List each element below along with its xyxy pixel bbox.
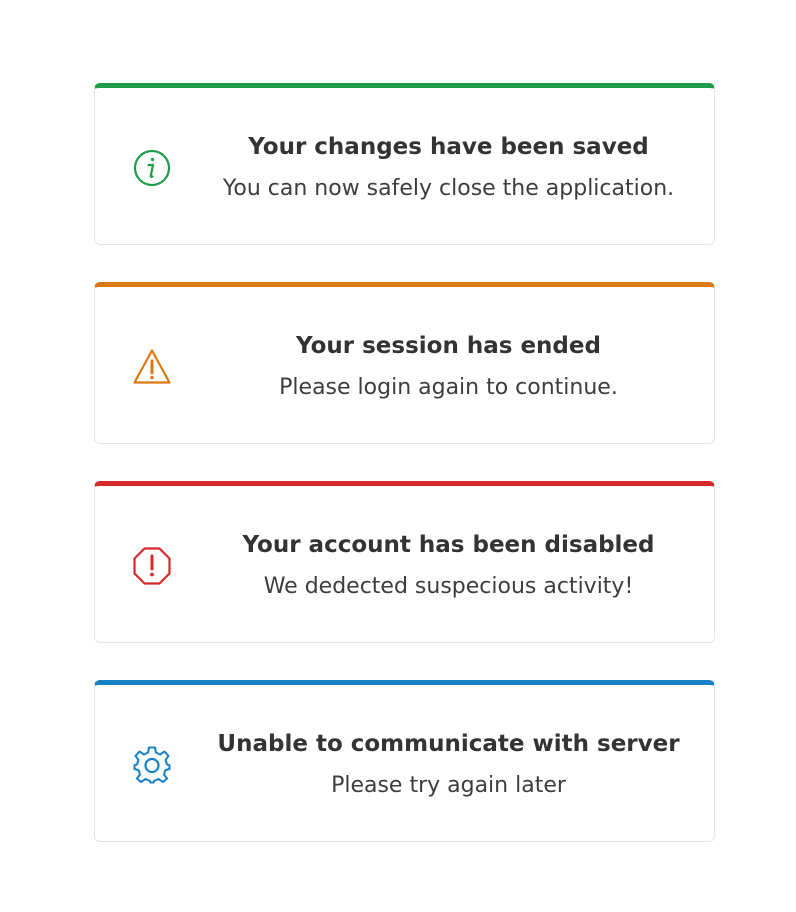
alert-title: Unable to communicate with server (217, 731, 680, 757)
alert-card-warning: Your session has ended Please login agai… (94, 282, 715, 444)
alert-message: We dedected suspecious activity! (263, 574, 634, 599)
alert-message: You can now safely close the application… (222, 176, 675, 201)
alert-message: Please login again to continue. (279, 375, 618, 400)
alert-card-info: Unable to communicate with server Please… (94, 680, 715, 842)
alert-text: Unable to communicate with server Please… (193, 729, 704, 801)
alert-title: Your changes have been saved (248, 134, 649, 160)
alert-title: Your session has ended (296, 333, 601, 359)
alert-card-success: Your changes have been saved You can now… (94, 83, 715, 245)
alert-text: Your changes have been saved You can now… (193, 132, 704, 204)
alert-list: Your changes have been saved You can now… (0, 0, 796, 912)
gear-icon (132, 745, 172, 785)
alert-title: Your account has been disabled (242, 532, 655, 558)
alert-text: Your account has been disabled We dedect… (193, 530, 704, 602)
info-icon (132, 148, 172, 188)
alert-card-error: Your account has been disabled We dedect… (94, 481, 715, 643)
alert-message: Please try again later (331, 773, 566, 798)
stop-octagon-icon (132, 546, 172, 586)
alert-text: Your session has ended Please login agai… (193, 331, 704, 403)
warning-triangle-icon (132, 347, 172, 387)
